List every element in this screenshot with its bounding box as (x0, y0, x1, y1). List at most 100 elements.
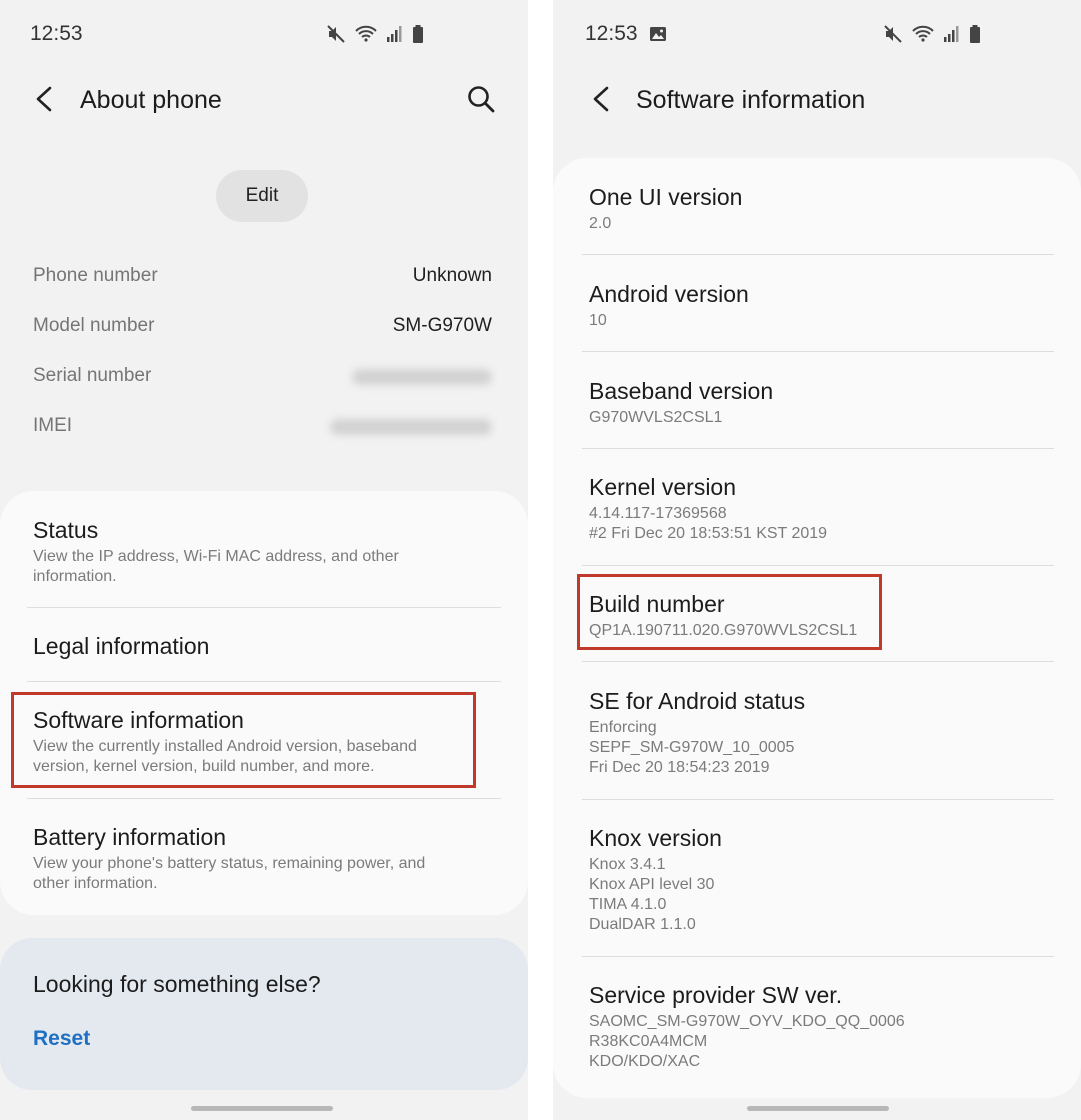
imei-row: IMEI (33, 411, 492, 441)
page-title: Software information (636, 86, 866, 114)
serial-number-label: Serial number (33, 365, 152, 386)
item-title: Baseband version (589, 378, 774, 404)
item-value: Enforcing SEPF_SM-G970W_10_0005 Fri Dec … (589, 718, 1061, 778)
looking-for-something-else-card: Looking for something else? Reset (0, 938, 528, 1090)
item-value-line: R38KC0A4MCM (589, 1033, 708, 1050)
search-icon[interactable] (466, 84, 496, 114)
item-value-line: Fri Dec 20 18:54:23 2019 (589, 759, 770, 776)
list-item-status[interactable]: Status View the IP address, Wi-Fi MAC ad… (33, 516, 498, 587)
item-value: Knox 3.4.1 Knox API level 30 TIMA 4.1.0 … (589, 855, 1061, 935)
back-arrow-icon[interactable] (30, 84, 58, 114)
serial-number-row: Serial number (33, 361, 492, 391)
item-value-line: #2 Fri Dec 20 18:53:51 KST 2019 (589, 525, 828, 542)
edit-button[interactable]: Edit (216, 170, 308, 222)
image-notification-icon (650, 27, 666, 41)
list-item-android-version[interactable]: Android version 10 (589, 280, 1061, 331)
software-information-screen: 12:53 Software information One UI versio… (553, 0, 1081, 1120)
list-item-legal[interactable]: Legal information (33, 632, 498, 660)
highlight-box-software-information (11, 692, 476, 788)
item-value-line: 4.14.117-17369568 (589, 505, 727, 522)
item-value: SAOMC_SM-G970W_OYV_KDO_QQ_0006 R38KC0A4M… (589, 1012, 1061, 1072)
item-title: Status (33, 517, 99, 543)
list-item-se-for-android-status[interactable]: SE for Android status Enforcing SEPF_SM-… (589, 687, 1061, 778)
signal-icon (387, 26, 402, 42)
item-value-line: Knox 3.4.1 (589, 856, 666, 873)
model-number-row: Model number SM-G970W (33, 311, 492, 341)
app-bar: Software information (553, 72, 1081, 128)
divider (27, 798, 501, 799)
item-title: Android version (589, 281, 749, 307)
list-item-one-ui-version[interactable]: One UI version 2.0 (589, 183, 1061, 234)
item-value-line: 10 (589, 312, 607, 329)
item-title: Kernel version (589, 474, 737, 500)
home-indicator[interactable] (191, 1106, 333, 1111)
item-value: 4.14.117-17369568 #2 Fri Dec 20 18:53:51… (589, 504, 1061, 544)
item-subtitle-line: View the IP address, Wi-Fi MAC address, … (33, 548, 399, 565)
mute-icon (884, 25, 902, 43)
phone-number-label: Phone number (33, 265, 158, 286)
status-time: 12:53 (585, 22, 638, 45)
divider (582, 448, 1054, 449)
item-title: Service provider SW ver. (589, 982, 843, 1008)
divider (582, 351, 1054, 352)
list-item-battery[interactable]: Battery information View your phone's ba… (33, 823, 498, 894)
item-value: 10 (589, 311, 1061, 331)
status-bar: 12:53 (0, 0, 528, 70)
divider (582, 956, 1054, 957)
about-phone-screen: 12:53 About phone Edit Phone number Unkn… (0, 0, 528, 1120)
imei-redacted (330, 419, 492, 435)
item-value-line: Knox API level 30 (589, 876, 715, 893)
list-item-baseband-version[interactable]: Baseband version G970WVLS2CSL1 (589, 377, 1061, 428)
item-title: Knox version (589, 825, 722, 851)
divider (582, 799, 1054, 800)
page-title: About phone (80, 86, 222, 114)
highlight-box-build-number (577, 574, 882, 650)
item-value-line: TIMA 4.1.0 (589, 896, 667, 913)
imei-label: IMEI (33, 415, 73, 436)
serial-number-redacted (352, 369, 492, 385)
app-bar: About phone (0, 72, 528, 128)
item-title: SE for Android status (589, 688, 806, 714)
signal-icon (944, 26, 959, 42)
list-item-service-provider-sw-ver[interactable]: Service provider SW ver. SAOMC_SM-G970W_… (589, 981, 1061, 1072)
item-subtitle: View your phone's battery status, remain… (33, 854, 498, 894)
divider (582, 565, 1054, 566)
reset-link[interactable]: Reset (33, 1027, 90, 1051)
home-indicator[interactable] (747, 1106, 889, 1111)
item-value-line: KDO/KDO/XAC (589, 1053, 701, 1070)
list-item-knox-version[interactable]: Knox version Knox 3.4.1 Knox API level 3… (589, 824, 1061, 935)
item-value: 2.0 (589, 214, 1061, 234)
item-value-line: 2.0 (589, 215, 612, 232)
status-bar: 12:53 (553, 0, 1081, 70)
item-value-line: G970WVLS2CSL1 (589, 409, 723, 426)
divider (27, 607, 501, 608)
looking-title: Looking for something else? (33, 971, 321, 997)
back-arrow-icon[interactable] (587, 84, 615, 114)
model-number-label: Model number (33, 315, 155, 336)
item-subtitle-line: other information. (33, 875, 158, 892)
mute-icon (327, 25, 345, 43)
divider (582, 661, 1054, 662)
list-item-kernel-version[interactable]: Kernel version 4.14.117-17369568 #2 Fri … (589, 473, 1061, 544)
status-time: 12:53 (30, 22, 83, 45)
battery-icon (970, 25, 980, 43)
item-subtitle-line: information. (33, 568, 117, 585)
item-value-line: DualDAR 1.1.0 (589, 916, 696, 933)
item-subtitle: View the IP address, Wi-Fi MAC address, … (33, 547, 498, 587)
battery-icon (413, 25, 423, 43)
wifi-icon (912, 25, 934, 42)
phone-number-row: Phone number Unknown (33, 261, 492, 291)
item-subtitle-line: View your phone's battery status, remain… (33, 855, 426, 872)
divider (582, 254, 1054, 255)
item-value: G970WVLS2CSL1 (589, 408, 1061, 428)
item-value-line: SEPF_SM-G970W_10_0005 (589, 739, 795, 756)
item-title: Legal information (33, 633, 210, 659)
divider (27, 681, 501, 682)
wifi-icon (355, 25, 377, 42)
item-value-line: SAOMC_SM-G970W_OYV_KDO_QQ_0006 (589, 1013, 905, 1030)
item-title: Battery information (33, 824, 227, 850)
model-number-value: SM-G970W (392, 315, 492, 336)
phone-number-value: Unknown (412, 265, 492, 286)
item-title: One UI version (589, 184, 743, 210)
item-value-line: Enforcing (589, 719, 657, 736)
